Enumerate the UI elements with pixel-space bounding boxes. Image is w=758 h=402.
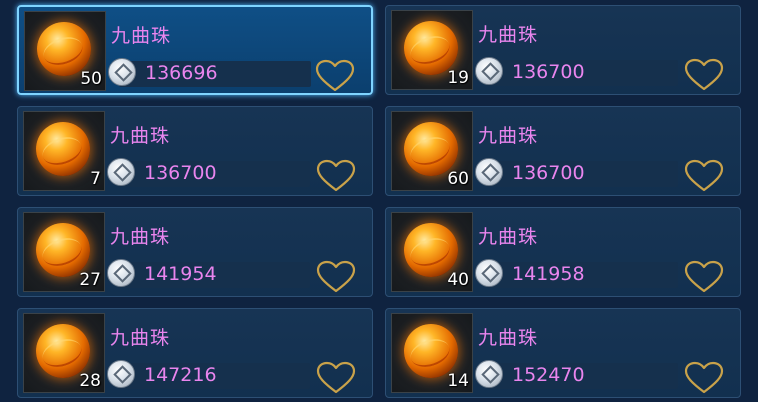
item-card[interactable]: 60 九曲珠 136700: [385, 106, 741, 196]
item-count: 60: [447, 169, 469, 189]
heart-outline-icon[interactable]: [684, 58, 724, 92]
orange-orb-icon: [36, 223, 90, 277]
item-thumbnail: 19: [391, 10, 473, 90]
silver-coin-icon: [108, 58, 136, 86]
item-count: 19: [447, 68, 469, 88]
item-count: 14: [447, 371, 469, 391]
item-price: 136696: [145, 62, 218, 84]
item-card[interactable]: 27 九曲珠 141954: [17, 207, 373, 297]
item-thumbnail: 7: [23, 111, 105, 191]
orange-orb-icon: [36, 324, 90, 378]
item-price: 136700: [512, 61, 585, 83]
orange-orb-icon: [404, 324, 458, 378]
item-thumbnail: 28: [23, 313, 105, 393]
item-name: 九曲珠: [110, 327, 171, 349]
silver-coin-icon: [475, 259, 503, 287]
silver-coin-icon: [107, 360, 135, 388]
silver-coin-icon: [475, 57, 503, 85]
item-card[interactable]: 50 九曲珠 136696: [17, 5, 373, 95]
item-count: 27: [79, 270, 101, 290]
silver-coin-icon: [475, 360, 503, 388]
heart-outline-icon[interactable]: [315, 59, 355, 93]
item-count: 50: [80, 69, 102, 89]
silver-coin-icon: [475, 158, 503, 186]
item-card[interactable]: 40 九曲珠 141958: [385, 207, 741, 297]
item-name: 九曲珠: [111, 25, 172, 47]
orange-orb-icon: [404, 21, 458, 75]
silver-coin-icon: [107, 259, 135, 287]
item-thumbnail: 60: [391, 111, 473, 191]
item-price: 136700: [512, 162, 585, 184]
item-card[interactable]: 14 九曲珠 152470: [385, 308, 741, 398]
orange-orb-icon: [37, 22, 91, 76]
item-card[interactable]: 7 九曲珠 136700: [17, 106, 373, 196]
heart-outline-icon[interactable]: [316, 361, 356, 395]
item-name: 九曲珠: [110, 125, 171, 147]
item-count: 7: [90, 169, 101, 189]
heart-outline-icon[interactable]: [684, 159, 724, 193]
item-thumbnail: 40: [391, 212, 473, 292]
item-name: 九曲珠: [478, 327, 539, 349]
item-thumbnail: 27: [23, 212, 105, 292]
heart-outline-icon[interactable]: [316, 260, 356, 294]
heart-outline-icon[interactable]: [684, 361, 724, 395]
orange-orb-icon: [36, 122, 90, 176]
item-name: 九曲珠: [478, 24, 539, 46]
orange-orb-icon: [404, 122, 458, 176]
item-price: 136700: [144, 162, 217, 184]
silver-coin-icon: [107, 158, 135, 186]
item-price: 141954: [144, 263, 217, 285]
item-card[interactable]: 28 九曲珠 147216: [17, 308, 373, 398]
item-count: 40: [447, 270, 469, 290]
item-name: 九曲珠: [478, 125, 539, 147]
orange-orb-icon: [404, 223, 458, 277]
item-price: 141958: [512, 263, 585, 285]
heart-outline-icon[interactable]: [316, 159, 356, 193]
item-listing-grid: 50 九曲珠 136696 19 九曲珠 136700 7 九曲珠 136700: [0, 0, 758, 402]
item-price: 147216: [144, 364, 217, 386]
item-card[interactable]: 19 九曲珠 136700: [385, 5, 741, 95]
item-count: 28: [79, 371, 101, 391]
item-name: 九曲珠: [110, 226, 171, 248]
item-thumbnail: 14: [391, 313, 473, 393]
item-name: 九曲珠: [478, 226, 539, 248]
heart-outline-icon[interactable]: [684, 260, 724, 294]
item-thumbnail: 50: [24, 11, 106, 91]
item-price: 152470: [512, 364, 585, 386]
